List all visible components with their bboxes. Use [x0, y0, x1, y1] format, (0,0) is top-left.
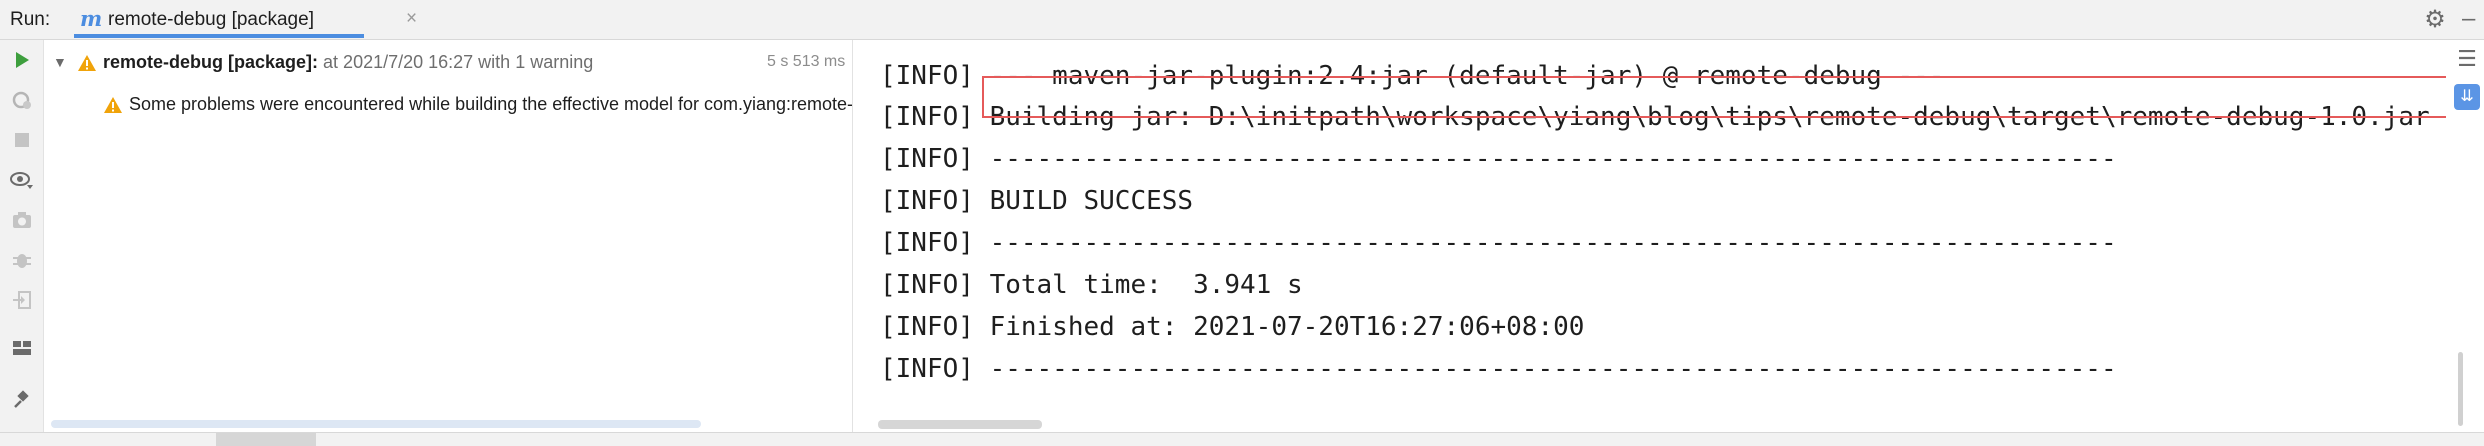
bottom-tab-selected[interactable] — [216, 433, 316, 446]
collapse-arrow-icon[interactable]: ▼ — [53, 44, 67, 80]
close-tab-icon[interactable]: × — [406, 8, 417, 30]
warning-icon — [104, 97, 122, 113]
minimize-icon[interactable]: – — [2462, 4, 2484, 34]
console-line: [INFO] ---------------------------------… — [880, 354, 2117, 384]
warning-icon — [78, 55, 96, 71]
console-line: [INFO] BUILD SUCCESS — [880, 186, 1194, 216]
run-icon[interactable] — [8, 46, 36, 74]
tree-root-title: remote-debug [package]: at 2021/7/20 16:… — [103, 52, 594, 72]
rerun-failed-icon[interactable] — [8, 86, 36, 114]
screenshot-icon[interactable] — [8, 206, 36, 234]
tree-root-detail: at 2021/7/20 16:27 with 1 warning — [318, 52, 594, 72]
tree-row-root[interactable]: ▼ remote-debug [package]: at 2021/7/20 1… — [45, 44, 852, 80]
tab-remote-debug-package[interactable]: m remote-debug [package] × — [74, 0, 417, 40]
tree-warning-message: Some problems were encountered while bui… — [129, 94, 853, 114]
tab-label: remote-debug [package] — [108, 9, 314, 30]
run-toolbar — [0, 40, 44, 432]
debug-icon[interactable] — [8, 246, 36, 274]
selection-highlight — [982, 76, 2446, 118]
console-line: [INFO] ---------------------------------… — [880, 144, 2117, 174]
console-output[interactable]: [INFO] --- maven-jar-plugin:2.4:jar (def… — [856, 40, 2446, 432]
show-options-icon[interactable] — [8, 166, 36, 194]
gear-icon[interactable]: ⚙ — [2420, 5, 2450, 35]
console-side-toolbar: ☰ ⇊ — [2446, 40, 2484, 432]
console-horizontal-scrollbar[interactable] — [878, 420, 1042, 429]
scroll-to-end-icon[interactable]: ⇊ — [2454, 84, 2480, 110]
soft-wrap-icon[interactable]: ☰ — [2454, 46, 2480, 72]
active-tab-indicator — [74, 34, 364, 38]
console-line: [INFO] ---------------------------------… — [880, 228, 2117, 258]
maven-icon: m — [80, 6, 103, 31]
run-label: Run: — [10, 9, 51, 30]
console-line: [INFO] Total time: 3.941 s — [880, 270, 1303, 300]
pin-icon[interactable] — [8, 386, 36, 414]
tree-horizontal-scrollbar[interactable] — [51, 420, 701, 428]
build-tree-panel: ▼ remote-debug [package]: at 2021/7/20 1… — [45, 40, 853, 432]
restore-icon[interactable] — [8, 286, 36, 314]
stop-icon[interactable] — [8, 126, 36, 154]
run-tool-window-header: Run: m remote-debug [package] × ⚙ – — [0, 0, 2484, 40]
tree-root-duration: 5 s 513 ms — [767, 53, 846, 70]
layout-icon[interactable] — [8, 334, 36, 362]
bottom-tool-strip — [0, 432, 2484, 446]
console-vertical-scrollbar[interactable] — [2458, 352, 2463, 426]
tree-row-warning[interactable]: Some problems were encountered while bui… — [45, 86, 853, 122]
console-line: [INFO] Finished at: 2021-07-20T16:27:06+… — [880, 312, 1585, 342]
